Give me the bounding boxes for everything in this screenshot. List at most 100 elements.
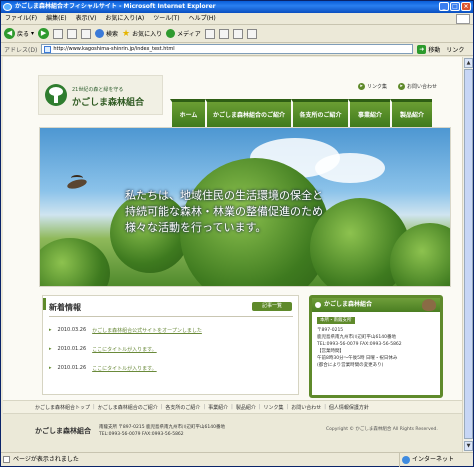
vertical-scrollbar[interactable]: ▲ ▼ xyxy=(462,57,473,452)
office-header: かごしま森林組合 xyxy=(312,298,440,312)
media-icon xyxy=(166,29,176,38)
ie-icon xyxy=(3,3,12,11)
refresh-icon[interactable] xyxy=(67,28,78,39)
arrow-icon: ▸ xyxy=(49,346,52,352)
back-label: 戻る xyxy=(17,31,30,38)
search-label: 検索 xyxy=(106,31,119,38)
office-address: 〒897-0215 鹿児島県南九州市川辺町平山6140番地 TEL:0993-5… xyxy=(317,328,402,368)
footer-link-contact[interactable]: お問い合わせ xyxy=(291,404,321,411)
back-arrow-icon: ◀ xyxy=(4,28,15,39)
menu-favorites[interactable]: お気に入り(A) xyxy=(105,13,144,24)
mail-icon[interactable] xyxy=(218,28,229,39)
history-icon[interactable] xyxy=(204,28,215,39)
forward-button[interactable]: ▶ xyxy=(38,28,50,39)
links-button[interactable]: リンク xyxy=(446,45,464,54)
footer-name: かごしま森林組合 xyxy=(35,427,91,435)
news-archive-button[interactable]: 記事一覧 xyxy=(252,302,292,311)
browser-window: かごしま森林組合オフィシャルサイト - Microsoft Internet E… xyxy=(0,0,474,467)
nav-products[interactable]: 製品紹介 xyxy=(390,99,432,127)
news-heading: 新着情報 xyxy=(49,303,81,312)
stop-icon[interactable] xyxy=(53,28,64,39)
window-controls: _ □ × xyxy=(439,2,471,11)
maximize-button[interactable]: □ xyxy=(450,2,460,11)
menu-tools[interactable]: ツール(T) xyxy=(153,13,179,24)
scroll-up-button[interactable]: ▲ xyxy=(464,58,473,68)
sitemap-link[interactable]: ▸ リンク集 xyxy=(358,83,387,90)
office-title: かごしま森林組合 xyxy=(324,301,373,308)
windows-logo-icon xyxy=(456,14,470,24)
news-link[interactable]: かごしま森林組合公式サイトをオープンしました xyxy=(92,327,202,334)
scroll-thumb[interactable] xyxy=(464,69,473,439)
hero-image: 私たちは、地域住民の生活環境の保全と 持続可能な森林・林業の整備促進のため 様々… xyxy=(39,127,451,287)
address-url: http://www.kagoshima-shinrin.jp/index_te… xyxy=(53,46,175,52)
minimize-button[interactable]: _ xyxy=(439,2,449,11)
menu-edit[interactable]: 編集(E) xyxy=(46,13,66,24)
scroll-down-button[interactable]: ▼ xyxy=(464,441,473,451)
copyright: Copyright © かごしま森林組合 All Rights Reserved… xyxy=(326,427,438,432)
address-label: アドレス(D) xyxy=(4,46,38,54)
go-arrow-icon: ➜ xyxy=(417,44,427,54)
tree-logo-icon xyxy=(45,84,67,106)
footer-link-privacy[interactable]: 個人情報保護方針 xyxy=(329,404,369,411)
zone-label: インターネット xyxy=(412,456,455,463)
go-label: 移動 xyxy=(428,46,441,54)
menu-view[interactable]: 表示(V) xyxy=(76,13,97,24)
news-date: 2010.03.26 xyxy=(57,327,87,333)
footer-link-top[interactable]: かごしま森林組合トップ xyxy=(35,404,90,411)
web-page: 21世紀の森と緑を守る かごしま森林組合 ▸ リンク集 ▸ お問い合わせ ホーム… xyxy=(3,57,462,452)
toolbar: ◀ 戻る ▾ ▶ 検索 ★ お気に入り メディア xyxy=(1,25,473,43)
page-icon xyxy=(44,46,52,53)
global-nav: ホーム かごしま森林組合のご紹介 各支所のご紹介 事業紹介 製品紹介 xyxy=(170,99,432,127)
nav-branches[interactable]: 各支所のご紹介 xyxy=(291,99,348,127)
news-panel: 新着情報 記事一覧 ▸ 2010.03.26 かごしま森林組合公式サイトをオープ… xyxy=(42,295,299,395)
footer-link-links[interactable]: リンク集 xyxy=(264,404,284,411)
nav-about[interactable]: かごしま森林組合のご紹介 xyxy=(205,99,291,127)
contact-label: お問い合わせ xyxy=(407,84,438,90)
nav-home[interactable]: ホーム xyxy=(170,99,205,127)
window-title: かごしま森林組合オフィシャルサイト - Microsoft Internet E… xyxy=(15,3,216,10)
page-icon xyxy=(3,456,10,463)
footer-link-about[interactable]: かごしま森林組合のご紹介 xyxy=(98,404,158,411)
address-bar: アドレス(D) http://www.kagoshima-shinrin.jp/… xyxy=(1,43,473,56)
favorites-label: お気に入り xyxy=(132,31,163,38)
news-link[interactable]: ここにタイトルが入ります。 xyxy=(92,365,157,372)
logo-name: かごしま森林組合 xyxy=(72,98,145,108)
arrow-icon: ▸ xyxy=(49,365,52,371)
address-input[interactable]: http://www.kagoshima-shinrin.jp/index_te… xyxy=(41,44,414,54)
news-item: ▸ 2010.03.26 かごしま森林組合公式サイトをオープンしました xyxy=(49,327,202,334)
footer-link-business[interactable]: 事業紹介 xyxy=(208,404,228,411)
home-icon[interactable] xyxy=(81,28,92,39)
menu-help[interactable]: ヘルプ(H) xyxy=(189,13,216,24)
news-item: ▸ 2010.01.26 ここにタイトルが入ります。 xyxy=(49,365,157,372)
go-button[interactable]: ➜ 移動 xyxy=(417,44,441,54)
back-button[interactable]: ◀ 戻る ▾ xyxy=(4,28,34,39)
sparrow-icon xyxy=(422,299,436,311)
news-link[interactable]: ここにタイトルが入ります。 xyxy=(92,346,157,353)
back-dropdown-icon[interactable]: ▾ xyxy=(31,30,34,37)
print-icon[interactable] xyxy=(232,28,243,39)
search-button[interactable]: 検索 xyxy=(95,29,118,38)
close-button[interactable]: × xyxy=(461,2,471,11)
office-tag: 本所・南薩支所 xyxy=(317,317,355,324)
menu-file[interactable]: ファイル(F) xyxy=(5,13,37,24)
bird-wing xyxy=(71,175,83,181)
search-icon xyxy=(95,29,105,38)
footer-link-products[interactable]: 製品紹介 xyxy=(236,404,256,411)
edit-icon[interactable] xyxy=(246,28,257,39)
footer: かごしま森林組合 南薩支所 〒897-0215 鹿児島県南九州市川辺町平山614… xyxy=(3,414,462,452)
footer-link-branches[interactable]: 各支所のご紹介 xyxy=(165,404,200,411)
footer-address: 南薩支所 〒897-0215 鹿児島県南九州市川辺町平山6140番地 TEL:0… xyxy=(99,425,225,437)
hero-message: 私たちは、地域住民の生活環境の保全と 持続可能な森林・林業の整備促進のため 様々… xyxy=(125,189,323,234)
favorites-button[interactable]: ★ お気に入り xyxy=(122,29,162,39)
media-button[interactable]: メディア xyxy=(166,29,201,38)
title-bar: かごしま森林組合オフィシャルサイト - Microsoft Internet E… xyxy=(1,1,473,13)
footer-nav: かごしま森林組合トップ | かごしま森林組合のご紹介 | 各支所のご紹介 | 事業紹介… xyxy=(3,400,462,414)
nav-business[interactable]: 事業紹介 xyxy=(348,99,390,127)
heading-marker xyxy=(43,298,46,310)
contact-link[interactable]: ▸ お問い合わせ xyxy=(398,83,437,90)
arrow-icon: ▸ xyxy=(398,83,405,90)
globe-icon xyxy=(402,456,410,464)
site-logo[interactable]: 21世紀の森と緑を守る かごしま森林組合 xyxy=(38,75,163,115)
status-bar: ページが表示されました インターネット xyxy=(1,452,473,467)
news-date: 2010.01.26 xyxy=(57,346,87,352)
